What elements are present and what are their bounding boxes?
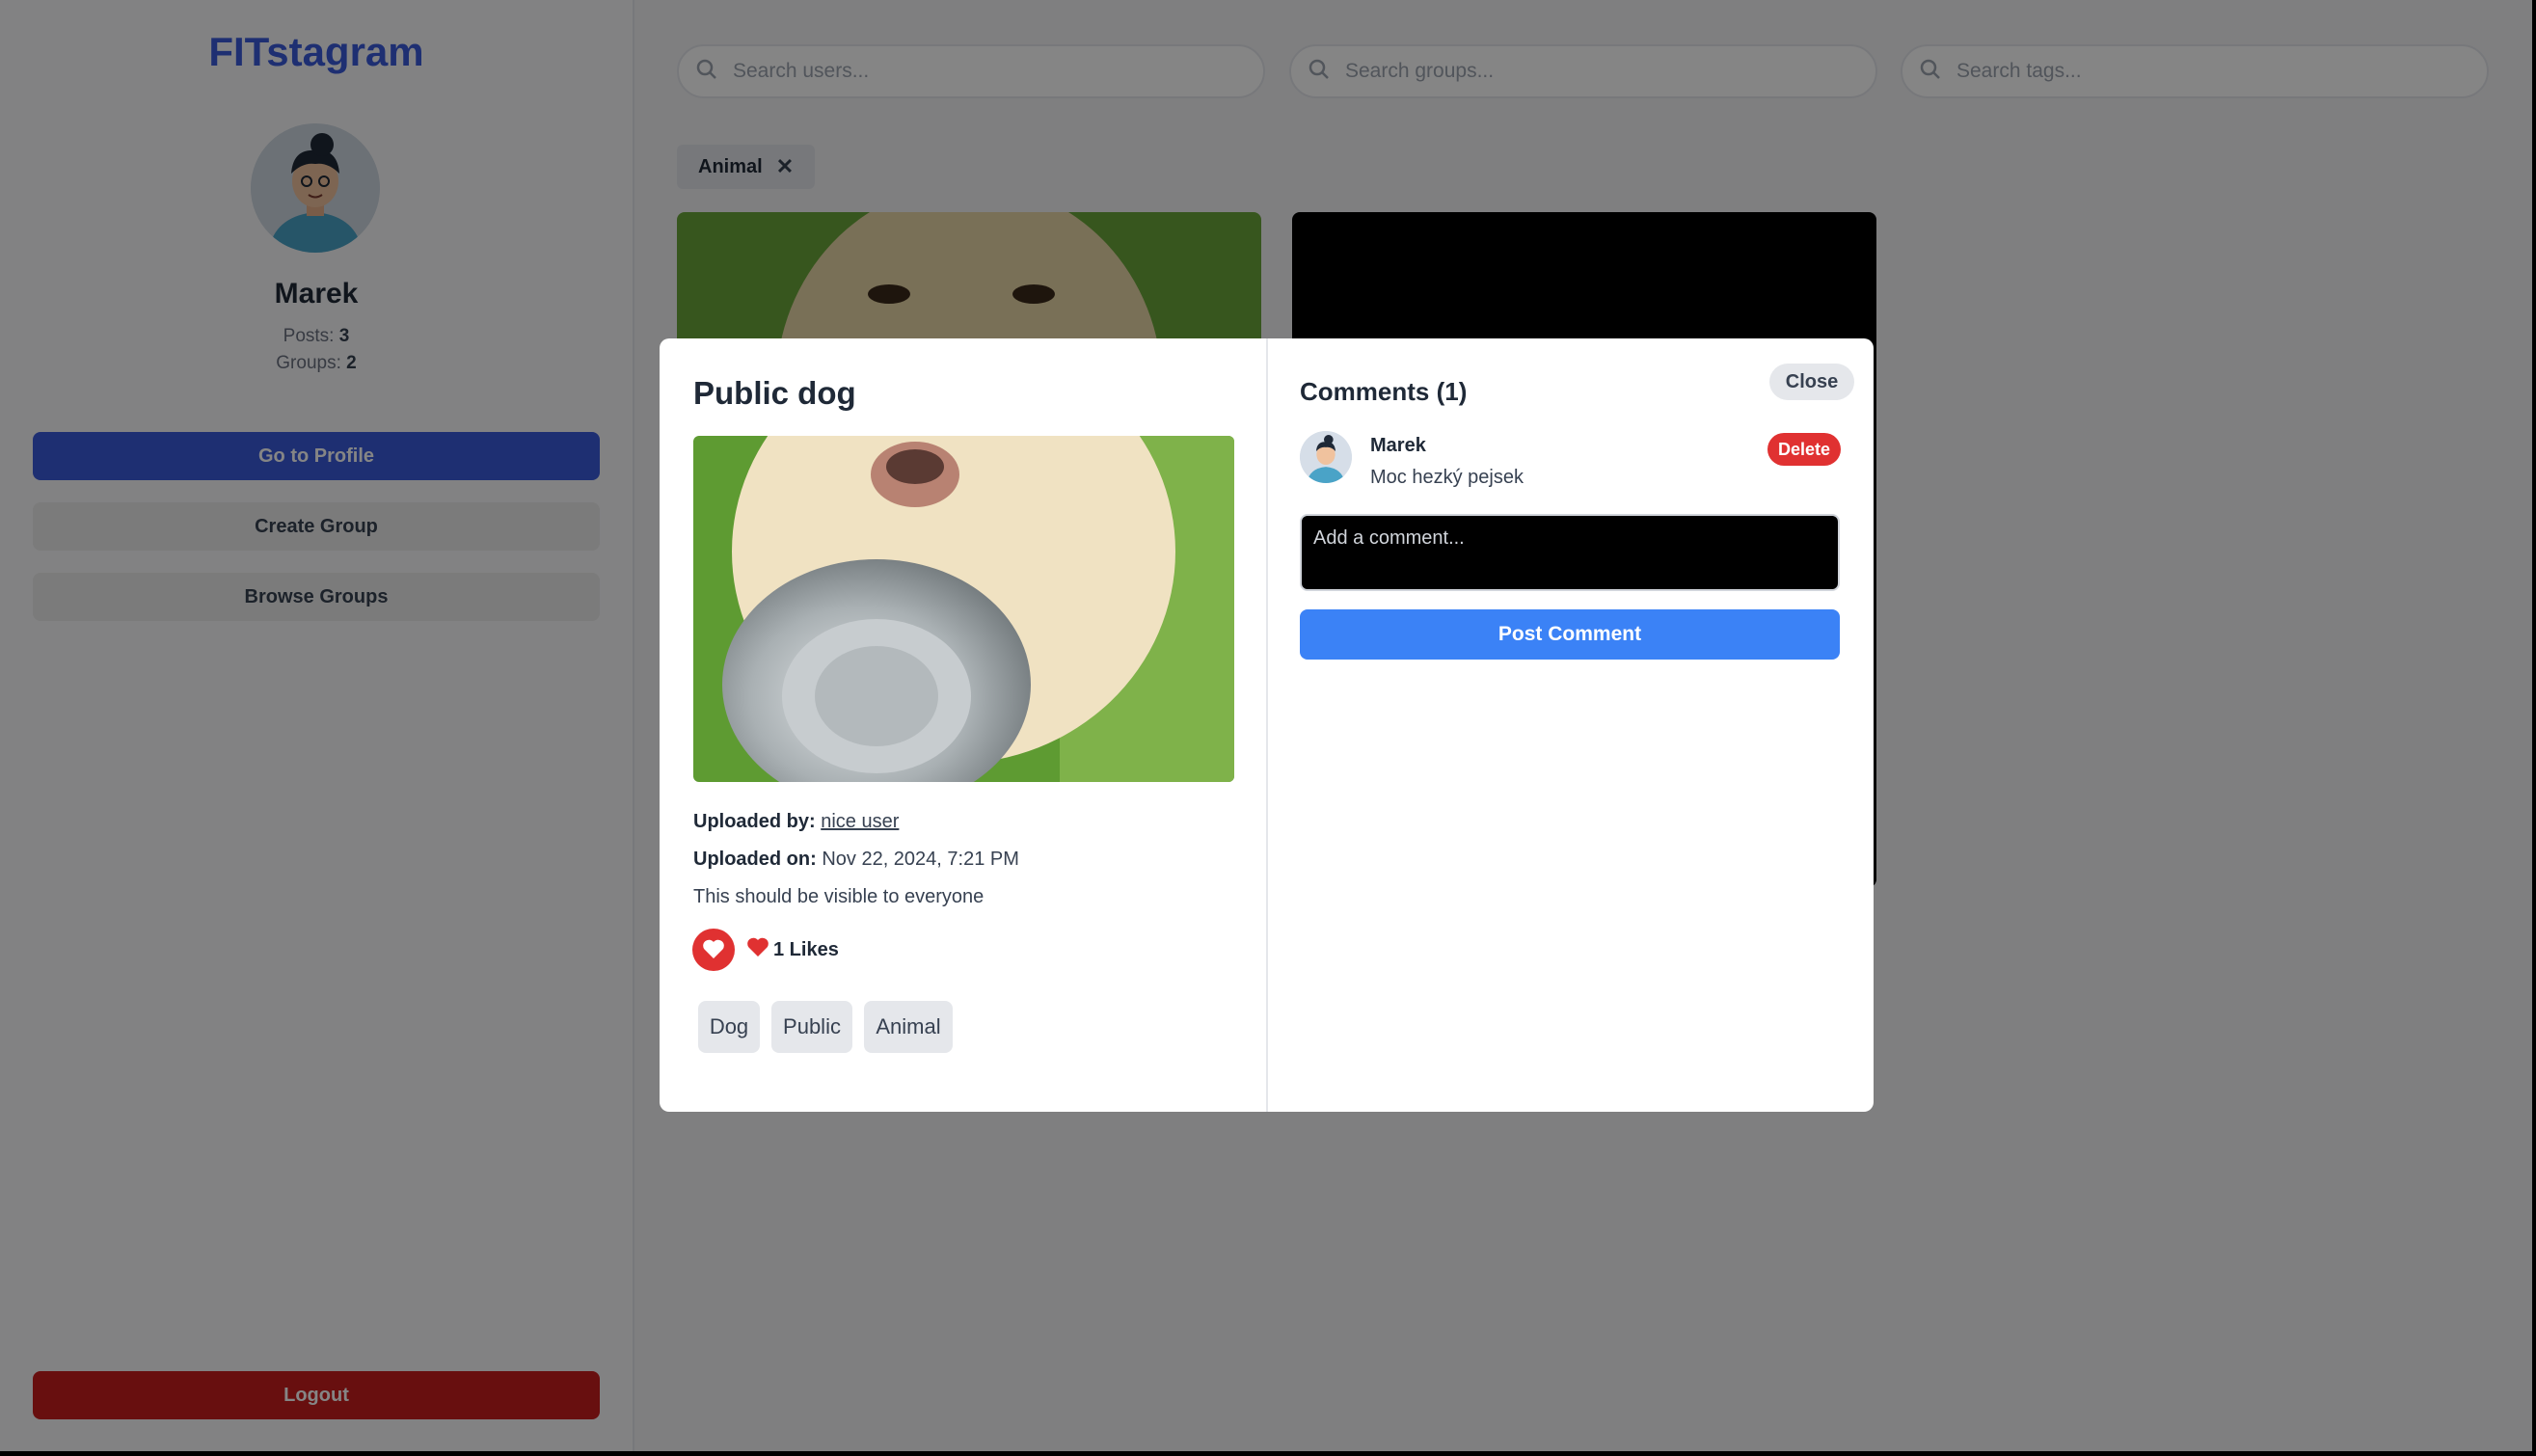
uploaded-by: Uploaded by: nice user: [693, 811, 899, 833]
post-title: Public dog: [693, 375, 856, 411]
comments-title: Comments (1): [1300, 377, 1468, 406]
post-modal: Public dog Uploaded by: nice user Upload…: [660, 338, 1874, 1112]
comment-author[interactable]: Marek: [1370, 435, 1426, 457]
app-window: FITstagram Marek Posts: 3 Groups: 2 Go t…: [0, 0, 2532, 1451]
tag-animal[interactable]: Animal: [864, 1001, 953, 1053]
comments-panel: Comments (1) Close Marek Moc hezký pejse…: [1268, 338, 1874, 1112]
avatar: [1300, 431, 1352, 483]
tag-public[interactable]: Public: [771, 1001, 852, 1053]
comment-input[interactable]: [1300, 514, 1840, 591]
post-details: Public dog Uploaded by: nice user Upload…: [660, 338, 1268, 1112]
uploaded-on-value: Nov 22, 2024, 7:21 PM: [822, 849, 1019, 870]
tag-dog[interactable]: Dog: [698, 1001, 760, 1053]
uploaded-on: Uploaded on: Nov 22, 2024, 7:21 PM: [693, 849, 1019, 871]
heart-icon: [702, 938, 725, 962]
delete-comment-button[interactable]: Delete: [1767, 433, 1841, 466]
post-image: [693, 436, 1234, 782]
close-button[interactable]: Close: [1769, 364, 1854, 400]
comment-text: Moc hezký pejsek: [1370, 467, 1524, 488]
uploaded-by-label: Uploaded by:: [693, 811, 816, 832]
like-button[interactable]: [692, 929, 735, 971]
heart-icon: [746, 936, 769, 963]
post-description: This should be visible to everyone: [693, 886, 985, 907]
likes-text: 1 Likes: [773, 938, 839, 960]
likes-count: 1 Likes: [746, 936, 839, 963]
uploaded-on-label: Uploaded on:: [693, 849, 817, 870]
uploader-link[interactable]: nice user: [821, 811, 899, 832]
post-comment-button[interactable]: Post Comment: [1300, 609, 1840, 660]
